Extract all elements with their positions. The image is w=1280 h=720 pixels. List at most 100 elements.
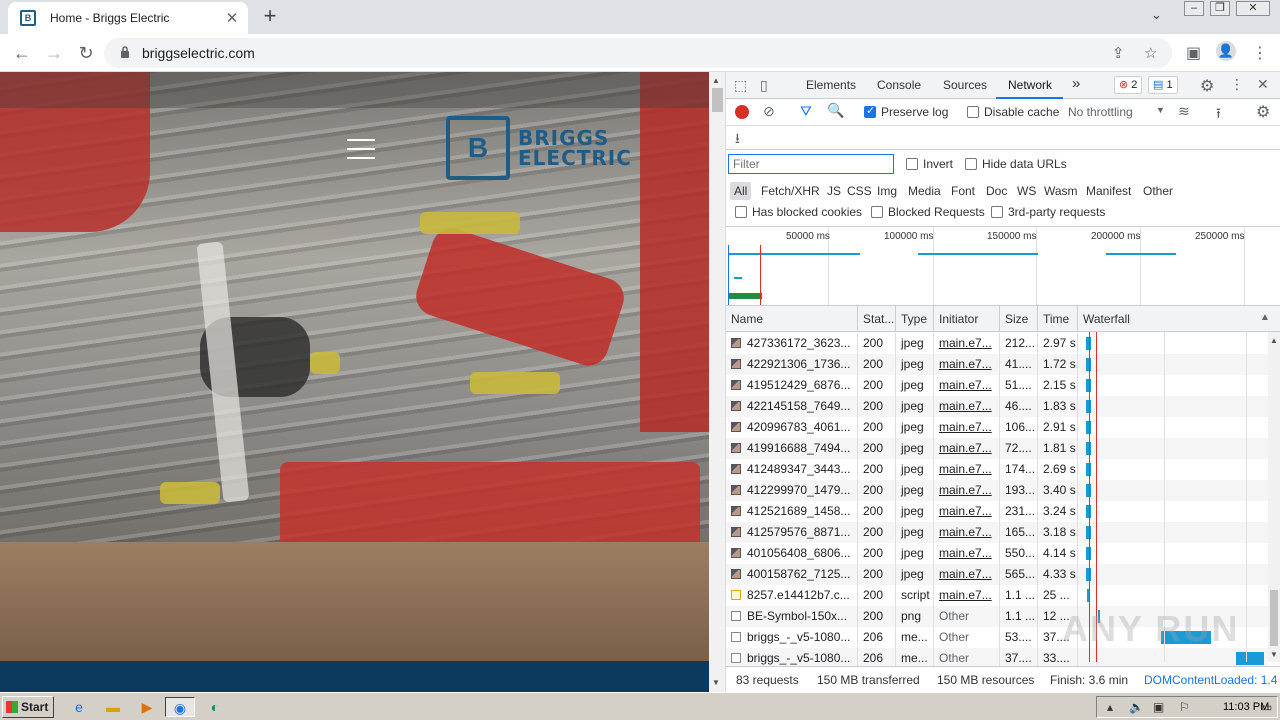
messages-badge[interactable]: ▤ 1 [1148,76,1178,94]
sort-ascending-icon[interactable]: ▲ [1260,312,1270,323]
cell-initiator[interactable]: main.e7... [934,564,1000,585]
filter-funnel-icon[interactable]: ⛛ [800,103,812,120]
address-bar[interactable]: briggselectric.com ⇪ ☆ [104,38,1172,68]
menu-kebab-icon[interactable]: ⋮ [1252,43,1268,63]
cell-initiator[interactable]: main.e7... [934,459,1000,480]
share-icon[interactable]: ⇪ [1112,44,1125,62]
inspect-element-icon[interactable]: ⬚ [734,77,747,94]
preserve-log-checkbox[interactable] [864,104,876,118]
type-filter-doc[interactable]: Doc [982,182,1011,200]
tab-network[interactable]: Network [1008,78,1052,92]
errors-badge[interactable]: ⊗ 2 [1114,76,1143,94]
tab-console[interactable]: Console [877,78,921,92]
disable-cache-checkbox[interactable] [967,106,979,118]
file-explorer-icon[interactable]: ▬ [102,697,124,717]
reload-icon[interactable]: ↻ [74,41,98,65]
cell-initiator[interactable]: main.e7... [934,396,1000,417]
table-row[interactable]: 400158762_7125... 200 jpeg main.e7... 565...… [726,564,1268,585]
table-row[interactable]: 8257.e14412b7.c... 200 script main.e7... 1.1… [726,585,1268,606]
scroll-down-icon[interactable]: ▼ [712,678,720,687]
briggs-electric-logo[interactable]: B BRIGGS ELECTRIC [446,116,632,180]
network-overview-timeline[interactable]: 50000 ms 100000 ms 150000 ms 200000 ms 2… [726,226,1280,306]
hide-data-urls-checkbox[interactable] [965,158,977,170]
table-row[interactable]: 401056408_6806... 200 jpeg main.e7... 550...… [726,543,1268,564]
tab-elements[interactable]: Elements [806,78,856,92]
show-desktop-icon[interactable]: ▭ [1261,700,1272,714]
tab-close-icon[interactable]: ✕ [224,9,240,27]
side-panel-icon[interactable]: ▣ [1186,43,1201,63]
table-row[interactable]: 412489347_3443... 200 jpeg main.e7... 174...… [726,459,1268,480]
export-har-icon[interactable]: ⭳ [735,128,740,152]
settings-gear-icon[interactable]: ⚙ [1200,76,1214,96]
new-tab-button[interactable]: + [258,5,282,27]
network-settings-icon[interactable]: ⚙ [1256,102,1270,122]
flag-tray-icon[interactable]: ⚐ [1179,700,1190,714]
type-filter-other[interactable]: Other [1139,182,1177,200]
cell-initiator[interactable]: main.e7... [934,333,1000,354]
record-icon[interactable] [735,105,749,119]
network-tray-icon[interactable]: ▣ [1153,700,1164,714]
table-row[interactable]: 422921306_1736... 200 jpeg main.e7... 41....… [726,354,1268,375]
cell-initiator[interactable]: main.e7... [934,438,1000,459]
column-name[interactable]: Name [726,306,858,332]
blocked-cookies-checkbox[interactable] [735,206,747,218]
type-filter-fetch-xhr[interactable]: Fetch/XHR [757,182,824,200]
restore-button[interactable]: ❐ [1210,1,1230,16]
network-conditions-icon[interactable]: ≋ [1178,103,1190,120]
cell-initiator[interactable]: main.e7... [934,375,1000,396]
search-icon[interactable]: 🔍 [827,102,844,119]
cell-initiator[interactable]: main.e7... [934,585,1000,606]
column-type[interactable]: Type [896,306,934,332]
edge-icon[interactable]: ◐ [204,697,226,717]
table-scroll-up-icon[interactable]: ▲ [1270,336,1278,345]
table-row[interactable]: 427336172_3623... 200 jpeg main.e7... 212...… [726,333,1268,354]
hamburger-menu-icon[interactable] [347,139,375,166]
table-row[interactable]: 412579576_8871... 200 jpeg main.e7... 165...… [726,522,1268,543]
table-scroll-down-icon[interactable]: ▼ [1270,650,1278,659]
profile-avatar-icon[interactable]: 👤 [1216,41,1236,61]
page-scroll-thumb[interactable] [712,88,723,112]
type-filter-media[interactable]: Media [904,182,945,200]
filter-input[interactable] [728,154,894,174]
type-filter-css[interactable]: CSS [843,182,876,200]
cell-initiator[interactable]: main.e7... [934,543,1000,564]
table-row[interactable]: 420996783_4061... 200 jpeg main.e7... 106...… [726,417,1268,438]
table-scrollbar[interactable]: ▲ ▼ [1268,332,1280,662]
blocked-requests-checkbox[interactable] [871,206,883,218]
page-scrollbar[interactable]: ▲ ▼ [709,72,726,692]
type-filter-js[interactable]: JS [823,182,845,200]
back-icon[interactable]: ← [10,41,34,65]
table-row[interactable]: 422145158_7649... 200 jpeg main.e7... 46....… [726,396,1268,417]
bookmark-star-icon[interactable]: ☆ [1144,44,1157,62]
table-row[interactable]: 419916688_7494... 200 jpeg main.e7... 72....… [726,438,1268,459]
forward-icon[interactable]: → [42,41,66,65]
chrome-taskbar-icon[interactable]: ◉ [165,697,195,717]
type-filter-font[interactable]: Font [947,182,979,200]
scroll-up-icon[interactable]: ▲ [712,76,720,85]
type-filter-ws[interactable]: WS [1013,182,1040,200]
type-filter-img[interactable]: Img [873,182,901,200]
column-time[interactable]: Time [1038,306,1078,332]
cell-initiator[interactable]: main.e7... [934,501,1000,522]
device-toolbar-icon[interactable]: ▯ [760,77,768,94]
table-row[interactable]: 419512429_6876... 200 jpeg main.e7... 51....… [726,375,1268,396]
invert-checkbox[interactable] [906,158,918,170]
media-player-icon[interactable]: ▶ [136,697,158,717]
start-button[interactable]: Start [2,696,54,718]
more-tabs-icon[interactable]: » [1072,75,1080,92]
tab-search-icon[interactable]: ⌄ [1151,7,1162,23]
type-filter-all[interactable]: All [730,182,752,200]
table-row[interactable]: 412299970_1479... 200 jpeg main.e7... 193...… [726,480,1268,501]
close-window-button[interactable]: ✕ [1236,1,1270,16]
column-waterfall[interactable]: Waterfall [1078,306,1280,332]
cell-initiator[interactable]: main.e7... [934,354,1000,375]
table-scroll-thumb[interactable] [1270,590,1278,646]
cell-initiator[interactable]: main.e7... [934,417,1000,438]
column-size[interactable]: Size [1000,306,1038,332]
import-har-icon[interactable]: ⭱ [1216,103,1221,127]
column-initiator[interactable]: Initiator [934,306,1000,332]
close-devtools-icon[interactable]: ✕ [1257,76,1269,93]
up-arrow-tray-icon[interactable]: ▴ [1107,700,1113,714]
devtools-menu-icon[interactable]: ⋮ [1230,76,1244,93]
throttling-select[interactable]: No throttling [1068,105,1133,119]
